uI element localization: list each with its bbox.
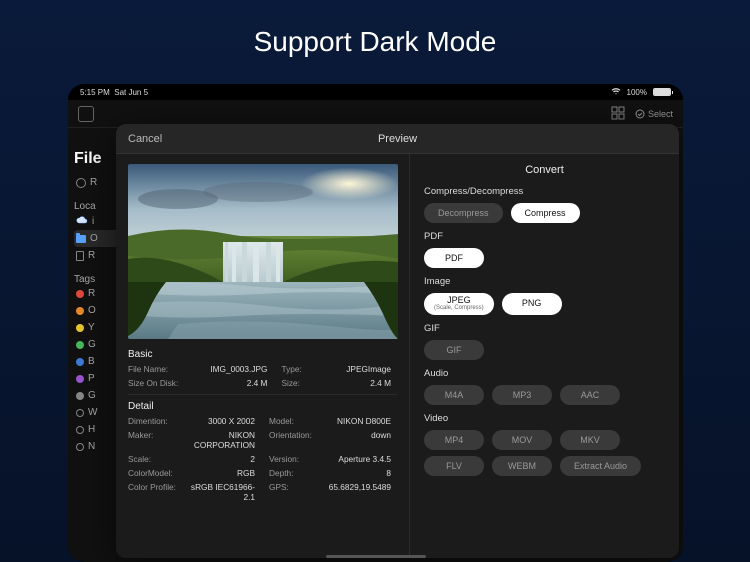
device-frame: 5:15 PM Sat Jun 5 100% Select File R Loc…: [68, 84, 683, 562]
info-key: Dimention:: [128, 416, 176, 426]
compress-button[interactable]: Compress: [511, 203, 580, 223]
tag-label: Y: [88, 322, 95, 333]
audio-group-label: Audio: [424, 368, 665, 379]
status-bar: 5:15 PM Sat Jun 5 100%: [68, 84, 683, 100]
info-key: File Name:: [128, 364, 178, 374]
tag-ring-icon: [76, 443, 84, 451]
tag-dot-icon: [76, 290, 84, 298]
info-key: Model:: [269, 416, 312, 426]
battery-pct: 100%: [627, 88, 647, 97]
basic-info-grid: File Name: IMG_0003.JPG Type: JPEGImage Size…: [128, 364, 397, 388]
select-button[interactable]: Select: [635, 109, 673, 119]
info-value: Aperture 3.4.5: [320, 454, 397, 464]
m4a-button[interactable]: M4A: [424, 385, 484, 405]
home-indicator[interactable]: [326, 555, 426, 558]
detail-heading: Detail: [128, 401, 397, 412]
mp4-button[interactable]: MP4: [424, 430, 484, 450]
divider: [128, 394, 397, 395]
info-value: down: [320, 430, 397, 450]
mkv-button[interactable]: MKV: [560, 430, 620, 450]
tag-dot-icon: [76, 324, 84, 332]
png-button[interactable]: PNG: [502, 293, 562, 315]
cancel-button[interactable]: Cancel: [128, 133, 162, 145]
info-key: GPS:: [269, 482, 312, 502]
info-key: ColorModel:: [128, 468, 176, 478]
trash-icon: [76, 251, 84, 261]
folder-icon: [76, 235, 86, 243]
info-value: 65.6829,19.5489: [320, 482, 397, 502]
tag-dot-icon: [76, 392, 84, 400]
extract-audio-button[interactable]: Extract Audio: [560, 456, 641, 476]
info-key: Orientation:: [269, 430, 312, 450]
detail-info-grid: Dimention: 3000 X 2002 Model: NIKON D800E Ma…: [128, 416, 397, 502]
webm-button[interactable]: WEBM: [492, 456, 552, 476]
info-key: Maker:: [128, 430, 176, 450]
info-value: NIKON CORPORATION: [184, 430, 261, 450]
info-value: 2.4 M: [310, 378, 397, 388]
tag-label: H: [88, 424, 95, 435]
tag-label: N: [88, 441, 95, 452]
info-value: NIKON D800E: [320, 416, 397, 426]
mp3-button[interactable]: MP3: [492, 385, 552, 405]
tag-label: W: [88, 407, 97, 418]
convert-title: Convert: [424, 164, 665, 176]
tag-label: P: [88, 373, 95, 384]
modal-header: Cancel Preview: [116, 124, 679, 154]
basic-heading: Basic: [128, 349, 397, 360]
battery-icon: [653, 88, 671, 96]
flv-button[interactable]: FLV: [424, 456, 484, 476]
info-value: 3000 X 2002: [184, 416, 261, 426]
mov-button[interactable]: MOV: [492, 430, 552, 450]
sidebar-toggle-icon[interactable]: [78, 106, 94, 122]
image-group-label: Image: [424, 276, 665, 287]
hero-title: Support Dark Mode: [0, 0, 750, 78]
info-value: JPEGImage: [310, 364, 397, 374]
tag-label: G: [88, 339, 96, 350]
grid-view-icon[interactable]: [611, 106, 625, 122]
tag-ring-icon: [76, 426, 84, 434]
pdf-button[interactable]: PDF: [424, 248, 484, 268]
info-key: Color Profile:: [128, 482, 176, 502]
info-key: Version:: [269, 454, 312, 464]
tag-label: G: [88, 390, 96, 401]
info-key: Depth:: [269, 468, 312, 478]
aac-button[interactable]: AAC: [560, 385, 620, 405]
compress-group-label: Compress/Decompress: [424, 186, 665, 197]
pdf-group-label: PDF: [424, 231, 665, 242]
tag-label: R: [88, 288, 95, 299]
preview-modal: Cancel Preview: [116, 124, 679, 558]
info-value: 2: [184, 454, 261, 464]
info-value: IMG_0003.JPG: [186, 364, 273, 374]
tag-label: B: [88, 356, 95, 367]
wifi-icon: [611, 88, 621, 97]
info-key: Type:: [281, 364, 301, 374]
tag-dot-icon: [76, 307, 84, 315]
status-date: Sat Jun 5: [114, 88, 148, 97]
status-time: 5:15 PM: [80, 88, 110, 97]
info-key: Size:: [281, 378, 301, 388]
info-value: RGB: [184, 468, 261, 478]
info-value: 2.4 M: [186, 378, 273, 388]
tag-dot-icon: [76, 375, 84, 383]
decompress-button[interactable]: Decompress: [424, 203, 503, 223]
jpeg-button[interactable]: JPEG(Scale, Compress): [424, 293, 494, 315]
modal-title: Preview: [378, 133, 417, 145]
gif-group-label: GIF: [424, 323, 665, 334]
tag-dot-icon: [76, 358, 84, 366]
cloud-icon: [76, 215, 88, 227]
convert-pane: Convert Compress/Decompress Decompress C…: [409, 154, 679, 558]
video-group-label: Video: [424, 413, 665, 424]
tag-ring-icon: [76, 409, 84, 417]
info-key: Size On Disk:: [128, 378, 178, 388]
preview-pane: Basic File Name: IMG_0003.JPG Type: JPEGIma…: [116, 154, 409, 558]
tag-dot-icon: [76, 341, 84, 349]
info-key: Scale:: [128, 454, 176, 464]
gif-button[interactable]: GIF: [424, 340, 484, 360]
info-value: 8: [320, 468, 397, 478]
tag-label: O: [88, 305, 96, 316]
preview-image: [128, 164, 398, 339]
clock-icon: [76, 178, 86, 188]
app-window: Select File R Loca i O R Tags ROYGBPGWHN…: [68, 100, 683, 562]
info-value: sRGB IEC61966-2.1: [184, 482, 261, 502]
